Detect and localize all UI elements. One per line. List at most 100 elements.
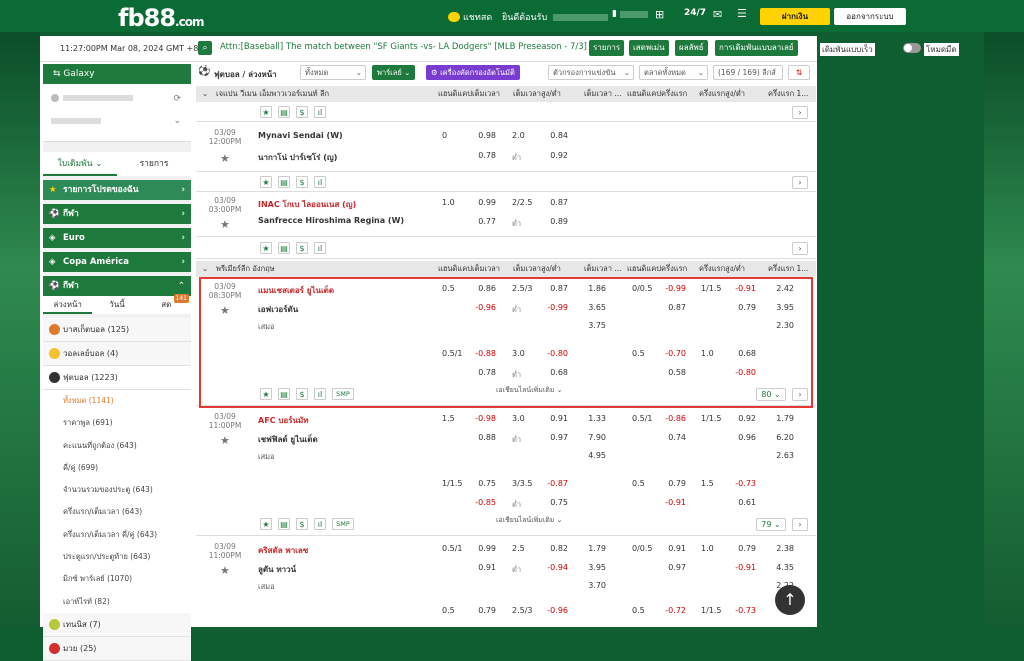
sport-basketball[interactable]: บาสเก็ตบอล (125): [43, 318, 191, 342]
mail-icon[interactable]: ✉: [713, 8, 722, 21]
sport-volleyball[interactable]: วอลเลย์บอล (4): [43, 342, 191, 366]
announcement-text[interactable]: Attn:[Baseball] The match between "SF Gi…: [220, 42, 615, 52]
star-icon[interactable]: ★: [220, 218, 230, 231]
fb88-logo[interactable]: fb88.com: [118, 4, 204, 32]
wallet-icon[interactable]: ▮: [612, 9, 648, 19]
auto-filter-button[interactable]: ⚙ เครื่องคัดกรองอัตโนมัติ: [426, 65, 520, 80]
odds[interactable]: 3.65: [576, 303, 606, 312]
chart-icon[interactable]: ıl: [314, 106, 326, 118]
odds[interactable]: 1.79: [576, 544, 606, 553]
football-ht-ft[interactable]: ครึ่งแรก/เต็มเวลา (643): [43, 501, 191, 524]
stats-icon[interactable]: ▤: [278, 518, 290, 530]
odds[interactable]: 6.20: [764, 433, 794, 442]
odds[interactable]: -0.91: [726, 284, 756, 293]
tab-bet-list[interactable]: รายการ: [117, 152, 191, 176]
odds[interactable]: 0.87: [538, 198, 568, 207]
dark-mode-toggle[interactable]: [903, 43, 921, 53]
odds[interactable]: -0.99: [538, 303, 568, 312]
away-team[interactable]: เอฟเวอร์ตัน: [258, 303, 298, 316]
more-markets-count[interactable]: 80 ⌄: [756, 388, 786, 401]
dollar-icon[interactable]: $: [296, 388, 308, 400]
sport-football[interactable]: ฟุตบอล (1223): [43, 366, 191, 390]
stats-icon[interactable]: ▤: [278, 106, 290, 118]
statement-button[interactable]: รายการ: [589, 40, 625, 56]
tab-betslip[interactable]: ใบเดิมพัน ⌄: [43, 152, 117, 176]
stats-icon[interactable]: ▤: [278, 388, 290, 400]
football-first-last-goal[interactable]: ประตูแรก/ประตูท้าย (643): [43, 546, 191, 569]
stats-icon[interactable]: ▤: [278, 242, 290, 254]
odds[interactable]: -0.70: [656, 349, 686, 358]
sidebar-section-euro[interactable]: ◈ Euro ›: [43, 228, 191, 248]
chart-icon[interactable]: ıl: [314, 518, 326, 530]
odds[interactable]: 0.89: [538, 217, 568, 226]
odds[interactable]: 0.92: [538, 151, 568, 160]
dollar-icon[interactable]: $: [296, 176, 308, 188]
odds[interactable]: -0.91: [726, 563, 756, 572]
expand-arrow[interactable]: ›: [792, 242, 808, 255]
football-pool[interactable]: ราคาพูล (691): [43, 412, 191, 435]
all-dropdown[interactable]: ทั้งหมด ⌄: [300, 65, 366, 80]
odds[interactable]: 0.86: [466, 284, 496, 293]
odds[interactable]: -0.85: [466, 498, 496, 507]
odds[interactable]: 4.35: [764, 563, 794, 572]
expand-arrow[interactable]: ›: [792, 388, 808, 401]
tab-early[interactable]: ล่วงหน้า: [43, 296, 93, 314]
odds[interactable]: -0.91: [656, 498, 686, 507]
league-filter-dropdown[interactable]: ตัวกรองการแข่งขัน ⌄: [548, 65, 634, 80]
odds[interactable]: 0.79: [726, 544, 756, 553]
odds[interactable]: -0.99: [656, 284, 686, 293]
search-icon[interactable]: ⌕: [198, 41, 212, 55]
odds[interactable]: 0.58: [656, 368, 686, 377]
odds[interactable]: 0.99: [466, 544, 496, 553]
odds[interactable]: 3.95: [764, 303, 794, 312]
odds[interactable]: 0.97: [656, 563, 686, 572]
odds[interactable]: -0.96: [466, 303, 496, 312]
odds[interactable]: -0.86: [656, 414, 686, 423]
odds[interactable]: 0.97: [538, 433, 568, 442]
odds[interactable]: 0.79: [726, 303, 756, 312]
odds[interactable]: 1.86: [576, 284, 606, 293]
odds[interactable]: 2.63: [764, 451, 794, 460]
odds[interactable]: 0.98: [466, 131, 496, 140]
star-icon[interactable]: ★: [220, 152, 230, 165]
home-team[interactable]: Mynavi Sendai (W): [258, 131, 343, 140]
sport-tennis[interactable]: เทนนิส (7): [43, 612, 191, 637]
home-team[interactable]: INAC โกเบ ไลออนเนส (ญ): [258, 198, 356, 211]
more-asian-lines-link[interactable]: เอเชียนไลน์เพิ่มเติม ⌄: [496, 515, 563, 526]
league-header-epl[interactable]: ⌄ พรีเมียร์ลีก อังกฤษ แฮนดิแคปเต็มเวลา เ…: [196, 261, 816, 277]
star-icon[interactable]: ★: [220, 434, 230, 447]
market-dropdown[interactable]: ตลาดทั้งหมด ⌄: [639, 65, 708, 80]
odds[interactable]: 2.38: [764, 544, 794, 553]
home-team[interactable]: AFC บอร์นมัท: [258, 414, 309, 427]
dollar-icon[interactable]: $: [296, 106, 308, 118]
football-outright[interactable]: เอาท์ไรท์ (82): [43, 590, 191, 613]
expand-arrow[interactable]: ›: [792, 176, 808, 189]
galaxy-banner[interactable]: ⇆ Galaxy: [43, 64, 191, 84]
odds[interactable]: 7.90: [576, 433, 606, 442]
odds[interactable]: 2.30: [764, 321, 794, 330]
odds[interactable]: 0.79: [466, 606, 496, 615]
sidebar-section-sports-expanded[interactable]: ⚽ กีฬา ⌃: [43, 276, 191, 296]
logout-button[interactable]: ออกจากระบบ: [834, 8, 906, 25]
odds[interactable]: 4.95: [576, 451, 606, 460]
odds[interactable]: 0.88: [466, 433, 496, 442]
odds[interactable]: 0.92: [726, 414, 756, 423]
away-team[interactable]: Sanfrecce Hiroshima Regina (W): [258, 216, 404, 225]
odds[interactable]: 0.61: [726, 498, 756, 507]
star-icon[interactable]: ★: [220, 304, 230, 317]
odds[interactable]: -0.88: [466, 349, 496, 358]
star-icon[interactable]: ★: [220, 564, 230, 577]
odds[interactable]: 0.96: [726, 433, 756, 442]
football-mix-parlay[interactable]: มิกซ์ พาร์เลย์ (1070): [43, 568, 191, 591]
dollar-icon[interactable]: $: [296, 242, 308, 254]
away-team[interactable]: ลูตัน ทาวน์: [258, 563, 296, 576]
dollar-icon[interactable]: $: [296, 518, 308, 530]
odds[interactable]: 0.91: [538, 414, 568, 423]
more-markets-count[interactable]: 79 ⌄: [756, 518, 786, 531]
deposit-button[interactable]: ฝากเงิน: [760, 8, 830, 25]
odds[interactable]: -0.73: [726, 606, 756, 615]
more-asian-lines-link[interactable]: เอเชียนไลน์เพิ่มเติม ⌄: [496, 385, 563, 396]
away-team[interactable]: นากาโน่ ปาร์เซโร่ (ญ): [258, 151, 337, 164]
football-total-goals[interactable]: จำนวนรวมของประตู (643): [43, 479, 191, 502]
football-ht-ft-odd-even[interactable]: ครึ่งแรก/เต็มเวลา คี่/คู่ (643): [43, 523, 191, 547]
